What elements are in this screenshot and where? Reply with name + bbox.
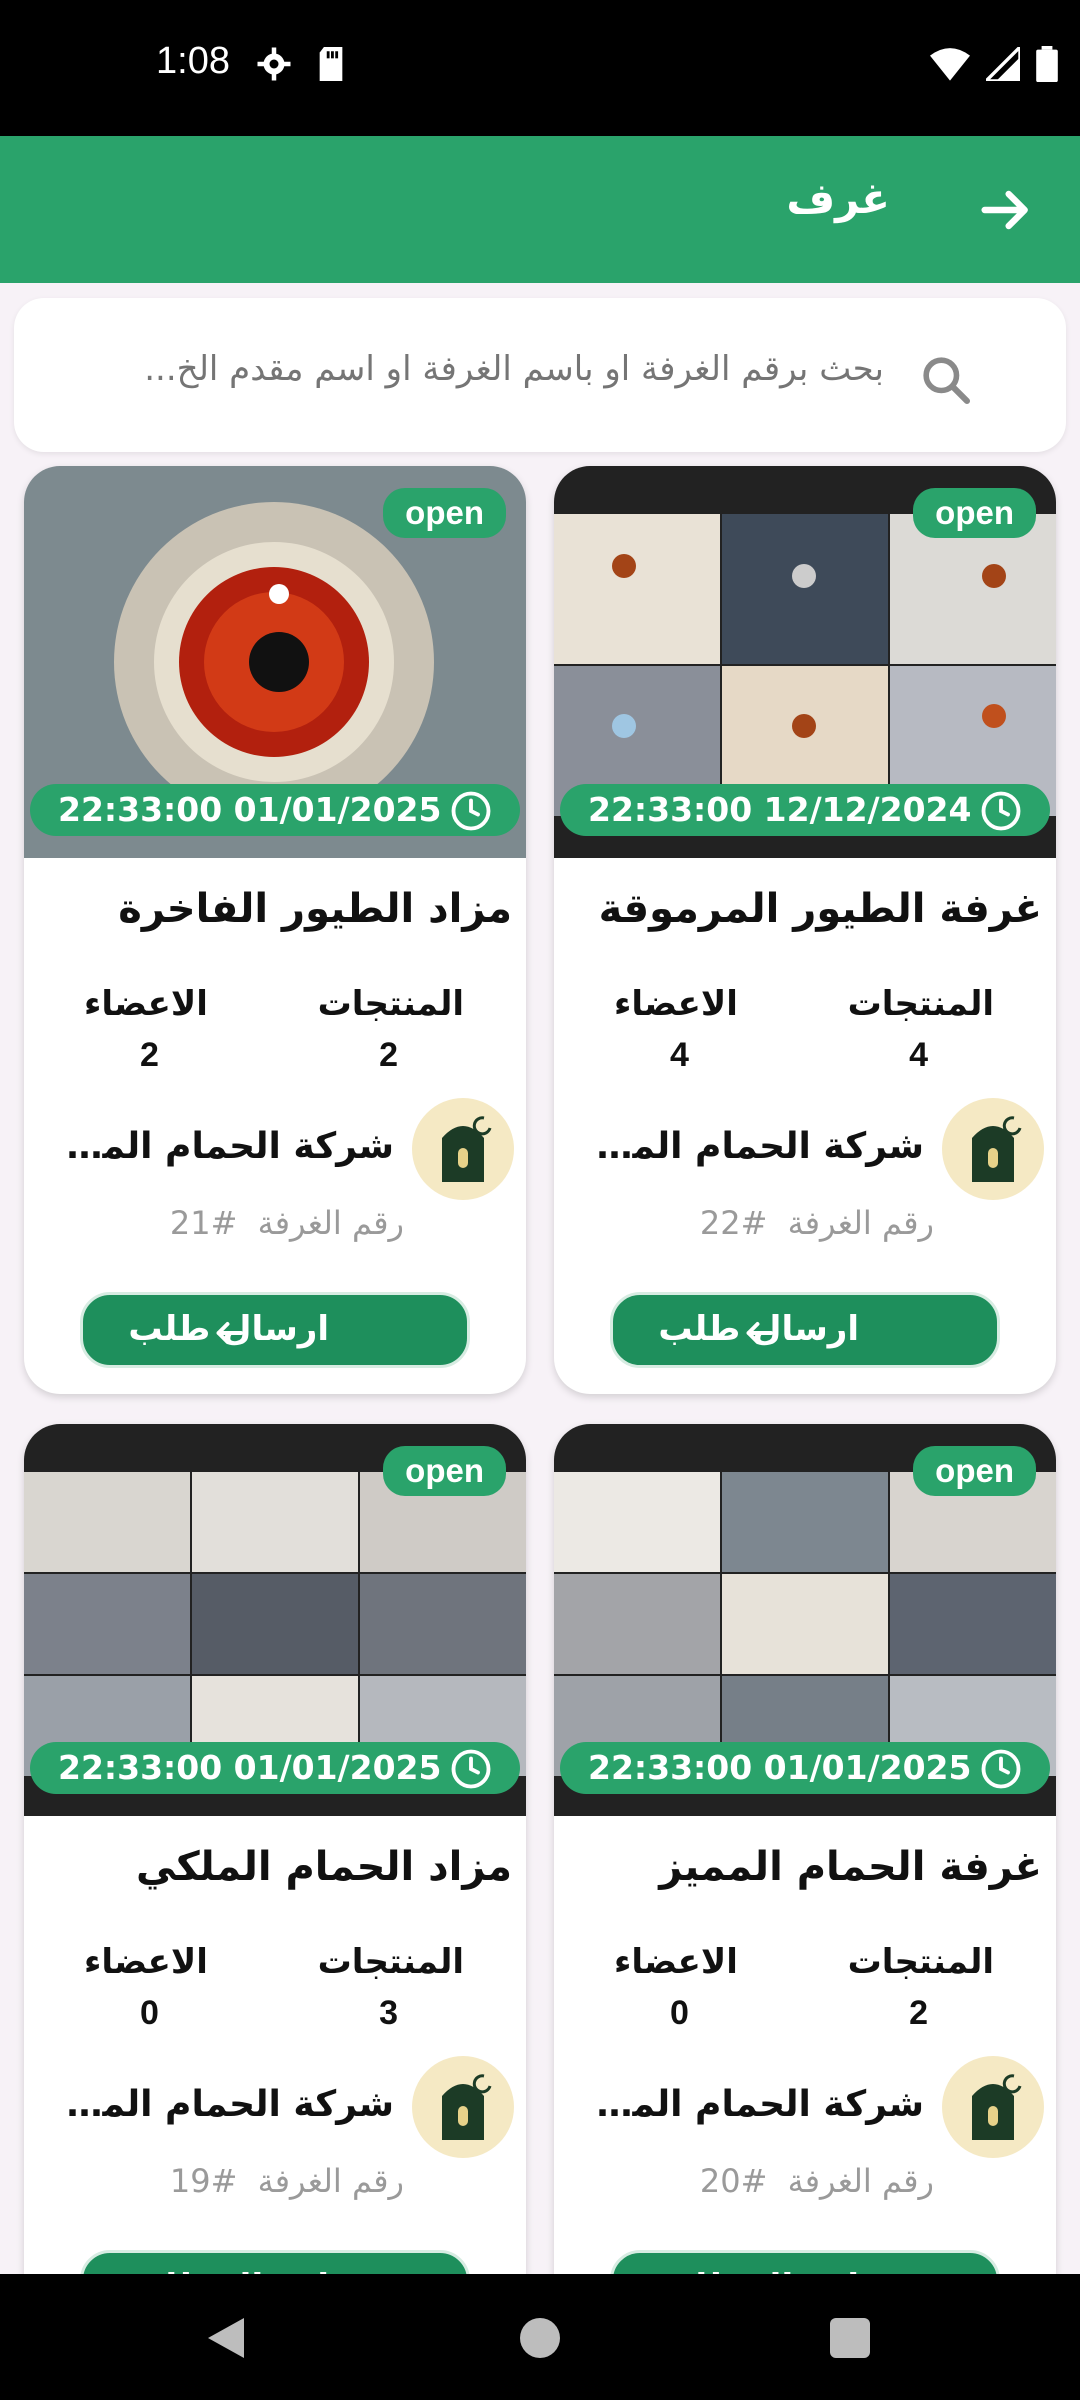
arrow-right-icon bbox=[981, 190, 1028, 230]
company-name: شركة الحمام المصري bbox=[34, 2084, 394, 2125]
room-card[interactable]: open 22:33:00 12/12/2024 غرفة الطيور الم… bbox=[554, 466, 1056, 1394]
room-number-label: رقم الغرفة bbox=[257, 1204, 404, 1242]
search-icon[interactable] bbox=[918, 352, 974, 408]
room-number: رقم الغرفة #19 bbox=[170, 2162, 404, 2200]
members-count: 0 bbox=[670, 1994, 689, 2032]
products-count: 4 bbox=[909, 1036, 928, 1074]
status-badge: open bbox=[913, 488, 1036, 538]
members-label: الاعضاء bbox=[84, 1942, 208, 1982]
room-datetime: 22:33:00 12/12/2024 bbox=[588, 790, 972, 829]
room-title: مزاد الحمام الملكي bbox=[135, 1844, 512, 1890]
system-nav-bar bbox=[0, 2274, 1080, 2400]
room-number-value: #22 bbox=[699, 1204, 768, 1242]
wifi-icon bbox=[930, 47, 970, 85]
company-logo bbox=[412, 1098, 514, 1200]
clock-icon bbox=[451, 791, 491, 831]
company-logo bbox=[942, 1098, 1044, 1200]
company-logo bbox=[412, 2056, 514, 2158]
gear-icon bbox=[256, 46, 292, 86]
room-number-label: رقم الغرفة bbox=[787, 1204, 934, 1242]
room-title: غرفة الحمام المميز bbox=[659, 1844, 1042, 1890]
back-button[interactable] bbox=[974, 178, 1038, 242]
room-card[interactable]: open 22:33:00 01/01/2025 مزاد الطيور الف… bbox=[24, 466, 526, 1394]
room-title: مزاد الطيور الفاخرة bbox=[118, 886, 512, 932]
room-card[interactable]: open 22:33:00 01/01/2025 مزاد الحمام الم… bbox=[24, 1424, 526, 2324]
company-logo bbox=[942, 2056, 1044, 2158]
room-number: رقم الغرفة #20 bbox=[700, 2162, 934, 2200]
arrow-left-icon bbox=[746, 1322, 773, 1344]
nav-home-button[interactable] bbox=[520, 2318, 560, 2358]
send-request-button[interactable]: ارسال طلب bbox=[80, 1292, 470, 1368]
members-label: الاعضاء bbox=[84, 984, 208, 1024]
products-label: المنتجات bbox=[317, 1942, 464, 1982]
room-number-label: رقم الغرفة bbox=[257, 2162, 404, 2200]
room-card[interactable]: open 22:33:00 01/01/2025 غرفة الحمام الم… bbox=[554, 1424, 1056, 2324]
products-label: المنتجات bbox=[317, 984, 464, 1024]
search-box bbox=[14, 298, 1066, 452]
company-name: شركة الحمام المصري bbox=[564, 2084, 924, 2125]
company-name: شركة الحمام المصري bbox=[564, 1126, 924, 1167]
clock-icon bbox=[981, 1749, 1021, 1789]
signal-icon bbox=[981, 42, 1022, 85]
time-pill: 22:33:00 01/01/2025 bbox=[560, 1742, 1050, 1794]
room-number-value: #19 bbox=[169, 2162, 238, 2200]
status-badge: open bbox=[383, 488, 506, 538]
time-pill: 22:33:00 01/01/2025 bbox=[30, 784, 520, 836]
clock-icon bbox=[451, 1749, 491, 1789]
time-pill: 22:33:00 01/01/2025 bbox=[30, 1742, 520, 1794]
status-bar: 1:08 bbox=[0, 0, 1080, 136]
time-pill: 22:33:00 12/12/2024 bbox=[560, 784, 1050, 836]
products-label: المنتجات bbox=[847, 1942, 994, 1982]
members-label: الاعضاء bbox=[614, 984, 738, 1024]
products-count: 3 bbox=[379, 1994, 398, 2032]
status-badge: open bbox=[913, 1446, 1036, 1496]
room-number-value: #20 bbox=[699, 2162, 768, 2200]
sd-card-icon bbox=[316, 47, 346, 85]
room-title: غرفة الطيور المرموقة bbox=[598, 886, 1042, 932]
products-count: 2 bbox=[379, 1036, 398, 1074]
members-count: 2 bbox=[140, 1036, 159, 1074]
clock-icon bbox=[981, 791, 1021, 831]
members-label: الاعضاء bbox=[614, 1942, 738, 1982]
app-bar: غرف bbox=[0, 136, 1080, 283]
arrow-left-icon bbox=[216, 1322, 243, 1344]
room-datetime: 22:33:00 01/01/2025 bbox=[588, 1748, 972, 1787]
members-count: 0 bbox=[140, 1994, 159, 2032]
nav-back-button[interactable] bbox=[204, 2314, 248, 2366]
products-label: المنتجات bbox=[847, 984, 994, 1024]
room-number-label: رقم الغرفة bbox=[787, 2162, 934, 2200]
battery-icon bbox=[1036, 46, 1058, 86]
room-datetime: 22:33:00 01/01/2025 bbox=[58, 790, 442, 829]
room-number: رقم الغرفة #22 bbox=[700, 1204, 934, 1242]
nav-recents-button[interactable] bbox=[830, 2318, 870, 2358]
members-count: 4 bbox=[670, 1036, 689, 1074]
products-count: 2 bbox=[909, 1994, 928, 2032]
room-number: رقم الغرفة #21 bbox=[170, 1204, 404, 1242]
search-input[interactable] bbox=[122, 338, 886, 400]
room-datetime: 22:33:00 01/01/2025 bbox=[58, 1748, 442, 1787]
page-title: غرف bbox=[786, 174, 890, 223]
company-name: شركة الحمام المصري bbox=[34, 1126, 394, 1167]
triangle-back-icon bbox=[208, 2318, 244, 2358]
room-number-value: #21 bbox=[169, 1204, 238, 1242]
send-request-button[interactable]: ارسال طلب bbox=[610, 1292, 1000, 1368]
status-badge: open bbox=[383, 1446, 506, 1496]
status-time: 1:08 bbox=[156, 40, 230, 82]
